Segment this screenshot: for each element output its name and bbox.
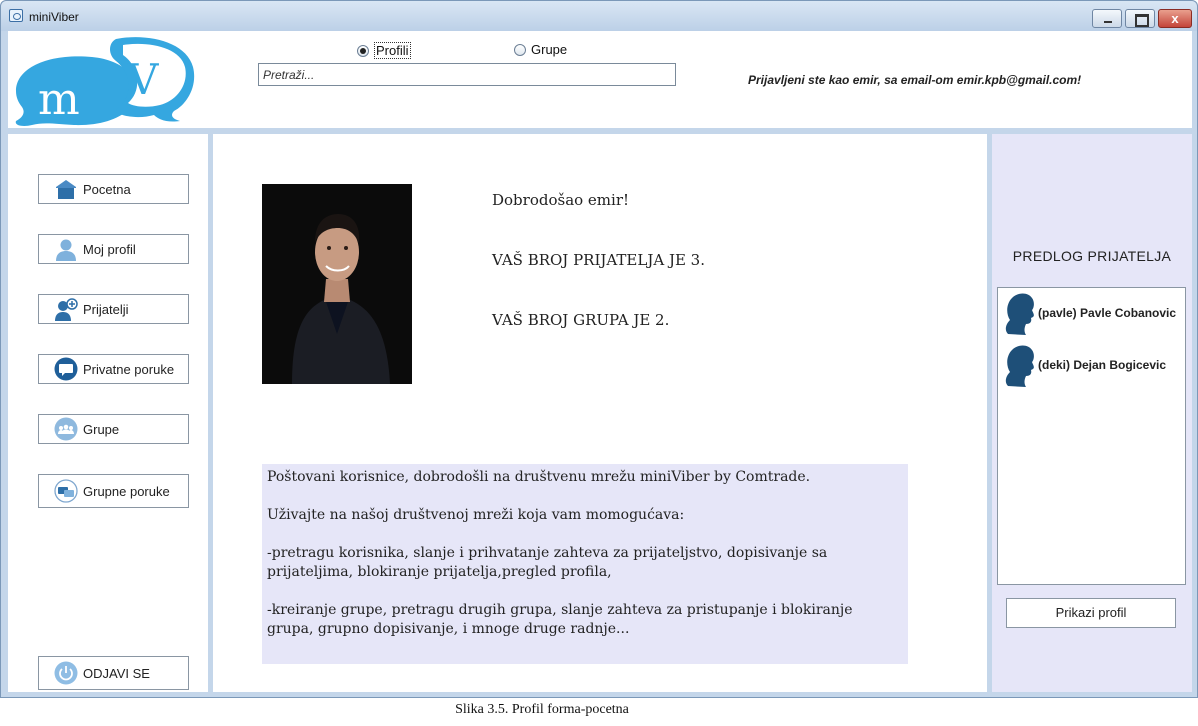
suggestion-label: (deki) Dejan Bogicevic [1038,358,1167,372]
figure-caption: Slika 3.5. Profil forma-pocetna [455,702,629,717]
nav-button-grupe[interactable]: Grupe [38,414,189,444]
radio-groups-label[interactable]: Grupe [531,42,567,57]
logout-label: ODJAVI SE [83,665,150,681]
home-icon [56,180,76,199]
nav-button-pocetna[interactable]: Pocetna [38,174,189,204]
welcome-text: Dobrodošao emir! [492,191,630,209]
window-title: miniViber [29,10,79,24]
maximize-button[interactable] [1125,9,1155,28]
info-paragraph: Uživajte na našoj društvenoj mreži koja … [267,507,685,523]
nav-button-prijatelji[interactable]: Prijatelji [38,294,189,324]
suggestion-label: (pavle) Pavle Cobanovic [1038,306,1177,320]
sidebar: Pocetna Moj profil Prijatelji Privatne p… [8,134,208,692]
user-icon [56,239,76,261]
groups-count-text: VAŠ BROJ GRUPA JE 2. [492,311,670,329]
nav-label-prijatelji: Prijatelji [83,301,129,317]
group-chat-icon [54,479,78,503]
logo-text-v: V [127,55,159,104]
user-silhouette-icon [1005,345,1034,387]
title-bar[interactable]: miniViber x [1,1,1197,31]
radio-profiles-indicator[interactable] [357,44,369,57]
info-box: Poštovani korisnice, dobrodošli na društ… [262,464,908,664]
close-button[interactable]: x [1158,9,1192,28]
radio-profiles[interactable]: Profili [357,42,411,59]
info-paragraph: -kreiranje grupe, pretragu drugih grupa,… [267,602,853,637]
friends-icon [55,298,78,321]
suggestion-item[interactable]: (pavle) Pavle Cobanovic [1002,290,1176,336]
show-profile-button[interactable]: Prikazi profil [1006,598,1176,628]
nav-button-grupne-poruke[interactable]: Grupne poruke [38,474,189,508]
search-input[interactable] [258,63,676,86]
miniviber-logo: m V [15,37,195,126]
suggestions-title: PREDLOG PRIJATELJA [1012,248,1172,264]
info-paragraph: -pretragu korisnika, slanje i prihvatanj… [267,545,828,580]
profile-photo [262,184,412,384]
radio-groups[interactable]: Grupe [514,42,567,57]
group-icon [54,417,78,441]
suggestion-item[interactable]: (deki) Dejan Bogicevic [1002,342,1166,388]
app-icon [9,9,23,22]
nav-button-moj-profil[interactable]: Moj profil [38,234,189,264]
header: m V Profili Grupe Prijavljeni ste kao em… [8,31,1192,128]
info-paragraph: Poštovani korisnice, dobrodošli na društ… [267,469,811,485]
nav-button-privatne-poruke[interactable]: Privatne poruke [38,354,189,384]
nav-label-grupne-poruke: Grupne poruke [83,483,170,499]
app-window: miniViber x m V Profili Grupe Pretraži..… [0,0,1198,698]
power-icon [54,661,78,685]
radio-groups-indicator[interactable] [514,43,526,56]
nav-label-grupe: Grupe [83,421,120,437]
user-silhouette-icon [1005,293,1034,335]
minimize-button[interactable] [1092,9,1122,28]
logged-in-status: Prijavljeni ste kao emir, sa email-om em… [748,73,1082,87]
friends-count-text: VAŠ BROJ PRIJATELJA JE 3. [492,251,705,269]
nav-label-privatne-poruke: Privatne poruke [83,361,175,377]
suggestions-list[interactable]: (pavle) Pavle Cobanovic (deki) Dejan Bog… [997,287,1186,585]
nav-label-pocetna: Pocetna [83,181,131,197]
nav-label-moj-profil: Moj profil [83,241,136,257]
suggestions-panel: PREDLOG PRIJATELJA (pavle) Pavle Cobanov… [992,134,1192,692]
logout-button[interactable]: ODJAVI SE [38,656,189,690]
close-icon: x [1171,11,1179,26]
radio-profiles-label[interactable]: Profili [374,42,411,59]
main-panel: Dobrodošao emir! VAŠ BROJ PRIJATELJA JE … [213,134,987,692]
logo-text-m: m [38,74,80,125]
chat-icon [54,357,78,381]
